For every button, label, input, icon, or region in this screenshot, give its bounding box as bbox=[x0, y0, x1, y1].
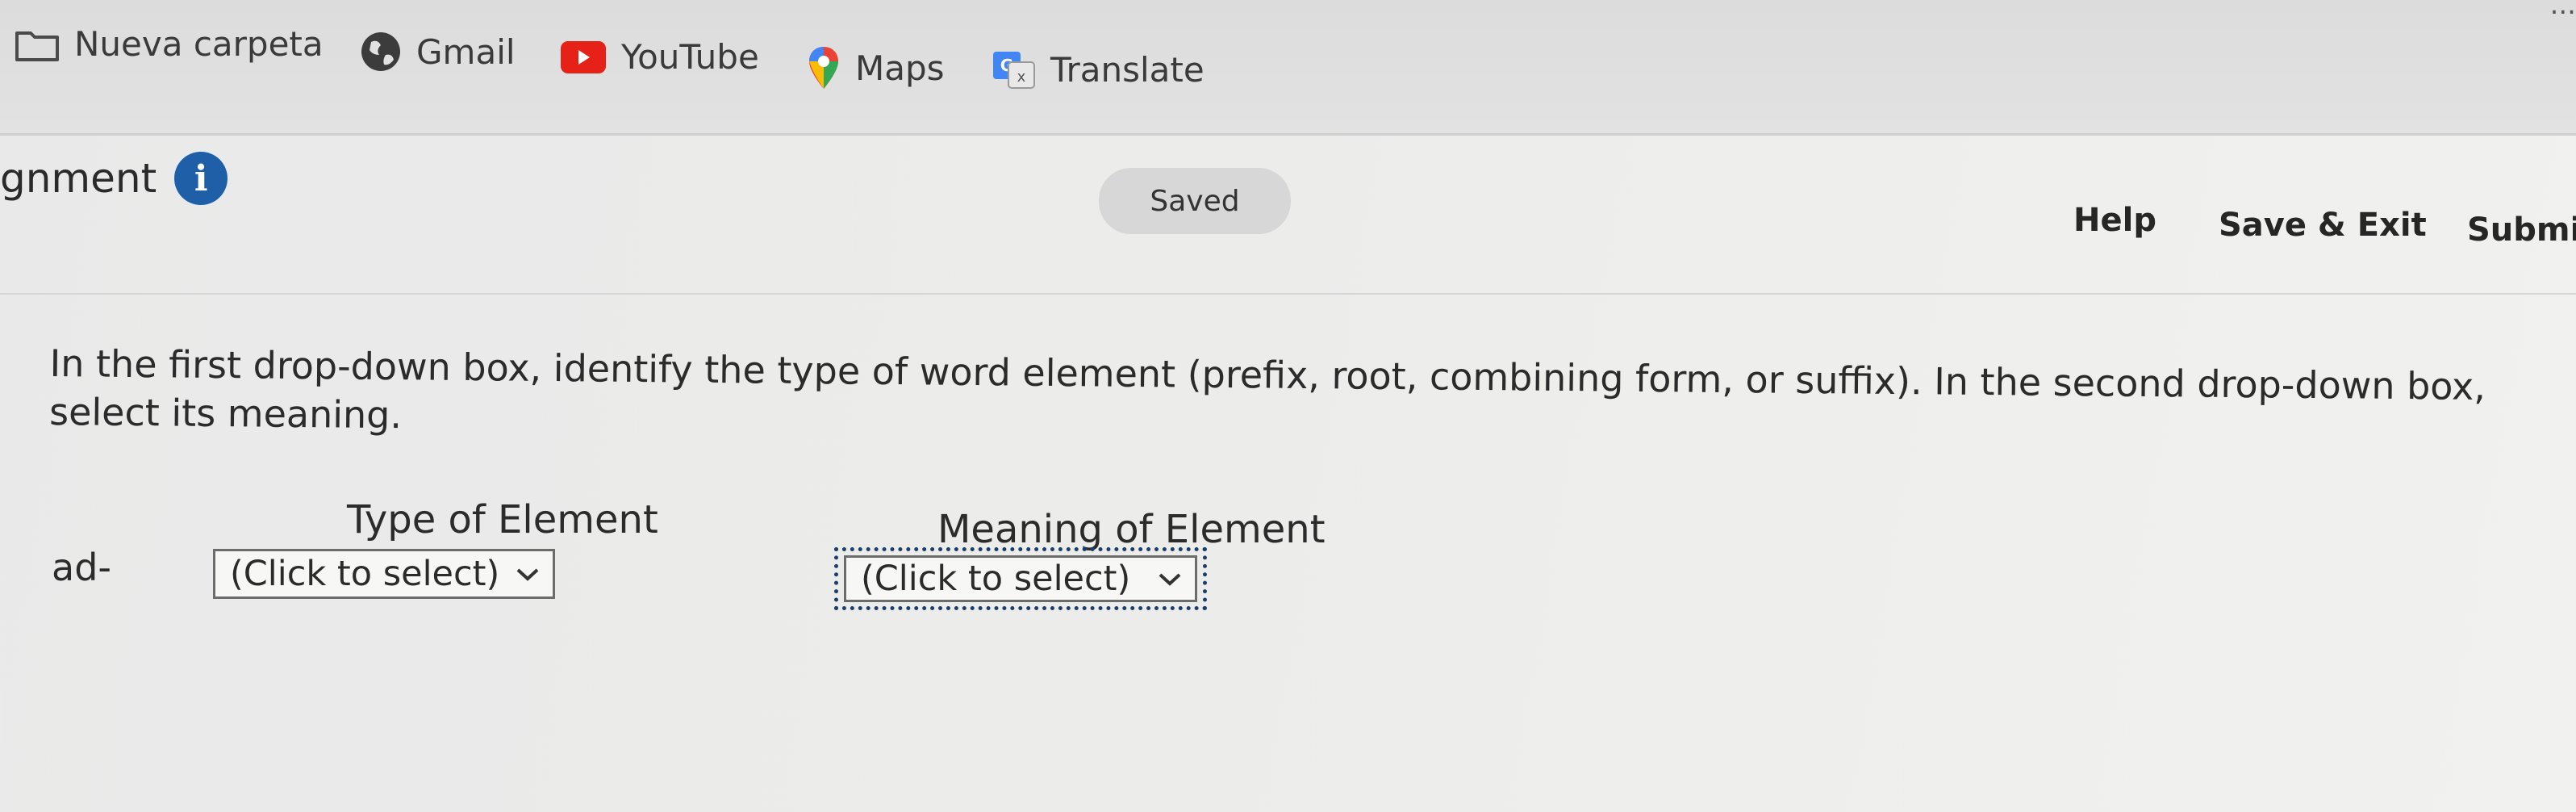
overflow-indicator: ... bbox=[2549, 0, 2576, 21]
info-icon[interactable]: i bbox=[174, 152, 228, 205]
dropdown-value: (Click to select) bbox=[861, 559, 1131, 599]
bookmark-translate[interactable]: G x Translate bbox=[992, 50, 1204, 90]
saved-status-badge: Saved bbox=[1099, 168, 1291, 234]
bookmark-label: Maps bbox=[855, 48, 945, 88]
youtube-icon bbox=[560, 40, 607, 74]
question-instructions: In the first drop-down box, identify the… bbox=[48, 341, 2486, 437]
meaning-of-element-dropdown[interactable]: (Click to select) bbox=[844, 555, 1197, 602]
globe-icon bbox=[360, 31, 402, 73]
bookmark-label: Gmail bbox=[416, 31, 516, 72]
bookmarks-bar: Nueva carpeta Gmail YouTube Maps G x Tra… bbox=[0, 0, 2576, 136]
type-of-element-header: Type of Element bbox=[347, 497, 658, 542]
chevron-down-icon bbox=[1158, 563, 1182, 595]
bookmark-label: Nueva carpeta bbox=[74, 24, 324, 64]
type-of-element-dropdown[interactable]: (Click to select) bbox=[213, 549, 555, 599]
dropdown-value: (Click to select) bbox=[230, 554, 500, 594]
folder-icon bbox=[15, 27, 60, 62]
bookmark-label: YouTube bbox=[621, 37, 759, 77]
translate-icon: G x bbox=[992, 51, 1036, 90]
svg-text:x: x bbox=[1017, 69, 1026, 86]
word-element-term: ad- bbox=[52, 546, 111, 589]
maps-pin-icon bbox=[807, 45, 841, 90]
assignment-header bbox=[0, 136, 2576, 295]
bookmark-maps[interactable]: Maps bbox=[807, 45, 945, 90]
bookmark-label: Translate bbox=[1050, 50, 1204, 90]
chevron-down-icon bbox=[516, 558, 540, 590]
meaning-of-element-header: Meaning of Element bbox=[937, 507, 1326, 552]
submit-link[interactable]: Submi bbox=[2467, 211, 2576, 249]
bookmark-gmail[interactable]: Gmail bbox=[360, 31, 516, 73]
assignment-title-text: gnment bbox=[0, 155, 157, 202]
bookmark-youtube[interactable]: YouTube bbox=[560, 37, 759, 77]
bookmark-nueva-carpeta[interactable]: Nueva carpeta bbox=[15, 24, 324, 64]
save-exit-link[interactable]: Save & Exit bbox=[2219, 207, 2427, 244]
help-link[interactable]: Help bbox=[2073, 202, 2156, 239]
assignment-title: gnment i bbox=[0, 152, 228, 205]
